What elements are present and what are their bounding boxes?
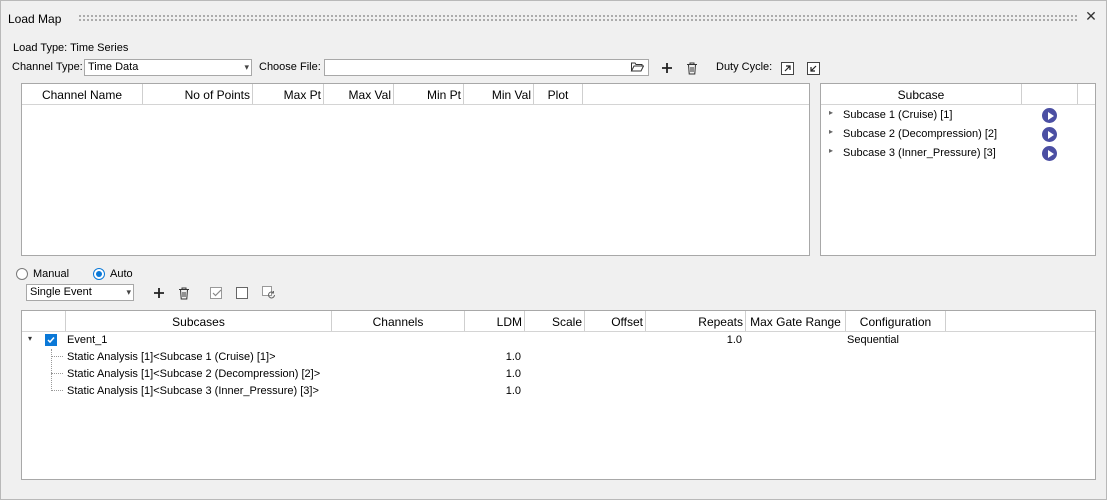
- chevron-down-icon: ▾: [244, 62, 249, 72]
- check-all-icon[interactable]: [208, 285, 224, 301]
- manual-label: Manual: [33, 268, 70, 280]
- channels-table[interactable]: Channel Name No of Points Max Pt Max Val…: [21, 83, 810, 256]
- row-ldm: 1.0: [505, 368, 521, 380]
- col-no-of-points[interactable]: No of Points: [143, 84, 253, 104]
- plus-icon[interactable]: [659, 60, 675, 76]
- col-configuration[interactable]: Configuration: [846, 311, 946, 331]
- row-subcase: Static Analysis [1]<Subcase 2 (Decompres…: [67, 368, 321, 380]
- col-repeats[interactable]: Repeats: [646, 311, 746, 331]
- manual-radio[interactable]: [16, 268, 28, 280]
- play-icon[interactable]: [1042, 146, 1057, 161]
- play-icon[interactable]: [1042, 108, 1057, 123]
- col-min-val[interactable]: Min Val: [464, 84, 534, 104]
- col-ldm[interactable]: LDM: [465, 311, 525, 331]
- event-row[interactable]: ▾ Event_1 1.0 Sequential: [22, 332, 1095, 349]
- channel-type-label: Channel Type:: [12, 61, 83, 73]
- row-ldm: 1.0: [505, 385, 521, 397]
- play-icon[interactable]: [1042, 127, 1057, 142]
- load-type-label: Load Type: Time Series: [13, 42, 129, 54]
- duty-cycle-label: Duty Cycle:: [716, 61, 773, 73]
- col-max-pt[interactable]: Max Pt: [253, 84, 324, 104]
- close-icon[interactable]: ✕: [1084, 9, 1098, 23]
- table-row[interactable]: Static Analysis [1]<Subcase 1 (Cruise) […: [22, 349, 1095, 366]
- event-type-select[interactable]: Single Event ▾: [26, 284, 134, 301]
- events-table-header: Subcases Channels LDM Scale Offset Repea…: [22, 311, 1095, 332]
- events-table[interactable]: Subcases Channels LDM Scale Offset Repea…: [21, 310, 1096, 480]
- subcase-item[interactable]: ▸ Subcase 3 (Inner_Pressure) [3]: [821, 144, 1095, 163]
- table-row[interactable]: Static Analysis [1]<Subcase 3 (Inner_Pre…: [22, 383, 1095, 400]
- trash-icon[interactable]: [176, 285, 192, 301]
- event-repeats: 1.0: [726, 334, 742, 346]
- subcase-item[interactable]: ▸ Subcase 2 (Decompression) [2]: [821, 125, 1095, 144]
- chevron-right-icon[interactable]: ▸: [829, 127, 833, 136]
- col-min-pt[interactable]: Min Pt: [394, 84, 464, 104]
- plus-icon[interactable]: [151, 285, 167, 301]
- trash-icon[interactable]: [684, 60, 700, 76]
- table-row[interactable]: Static Analysis [1]<Subcase 2 (Decompres…: [22, 366, 1095, 383]
- event-checkbox[interactable]: [45, 334, 57, 346]
- choose-file-input[interactable]: [324, 59, 649, 76]
- col-plot[interactable]: Plot: [534, 84, 583, 104]
- col-max-gate-range[interactable]: Max Gate Range: [746, 311, 846, 331]
- channel-type-value: Time Data: [88, 61, 139, 73]
- col-channels[interactable]: Channels: [332, 311, 465, 331]
- event-name: Event_1: [67, 334, 108, 346]
- auto-radio[interactable]: [93, 268, 105, 280]
- event-configuration: Sequential: [847, 334, 899, 346]
- subcase-panel[interactable]: Subcase ▸ Subcase 1 (Cruise) [1] ▸ Subca…: [820, 83, 1096, 256]
- col-subcase-action[interactable]: [1022, 84, 1078, 104]
- import-arrow-icon[interactable]: [805, 60, 821, 76]
- subcase-panel-header: Subcase: [821, 84, 1095, 105]
- choose-file-label: Choose File:: [259, 61, 321, 73]
- chevron-right-icon[interactable]: ▸: [829, 146, 833, 155]
- col-scale[interactable]: Scale: [525, 311, 585, 331]
- col-channel-name[interactable]: Channel Name: [22, 84, 143, 104]
- row-ldm: 1.0: [505, 351, 521, 363]
- col-subcase[interactable]: Subcase: [821, 84, 1022, 104]
- subcase-item-label: Subcase 3 (Inner_Pressure) [3]: [843, 147, 996, 159]
- title-drag-handle[interactable]: [78, 14, 1078, 22]
- event-type-value: Single Event: [30, 286, 92, 298]
- window-title: Load Map: [8, 12, 62, 26]
- auto-label: Auto: [110, 268, 133, 280]
- channels-table-header: Channel Name No of Points Max Pt Max Val…: [22, 84, 809, 105]
- row-subcase: Static Analysis [1]<Subcase 1 (Cruise) […: [67, 351, 276, 363]
- chevron-right-icon[interactable]: ▸: [829, 108, 833, 117]
- subcase-item-label: Subcase 1 (Cruise) [1]: [843, 109, 953, 121]
- export-arrow-icon[interactable]: [779, 60, 795, 76]
- subcase-item-label: Subcase 2 (Decompression) [2]: [843, 128, 998, 140]
- row-subcase: Static Analysis [1]<Subcase 3 (Inner_Pre…: [67, 385, 319, 397]
- chevron-down-icon[interactable]: ▾: [28, 334, 32, 343]
- col-subcases[interactable]: Subcases: [66, 311, 332, 331]
- chevron-down-icon: ▾: [126, 287, 131, 297]
- channel-type-select[interactable]: Time Data ▾: [84, 59, 252, 76]
- uncheck-all-icon[interactable]: [234, 285, 250, 301]
- subcase-item[interactable]: ▸ Subcase 1 (Cruise) [1]: [821, 106, 1095, 125]
- col-offset[interactable]: Offset: [585, 311, 646, 331]
- col-max-val[interactable]: Max Val: [324, 84, 394, 104]
- folder-open-icon[interactable]: [629, 59, 645, 75]
- col-expand: [22, 311, 66, 331]
- refresh-icon[interactable]: [261, 285, 277, 301]
